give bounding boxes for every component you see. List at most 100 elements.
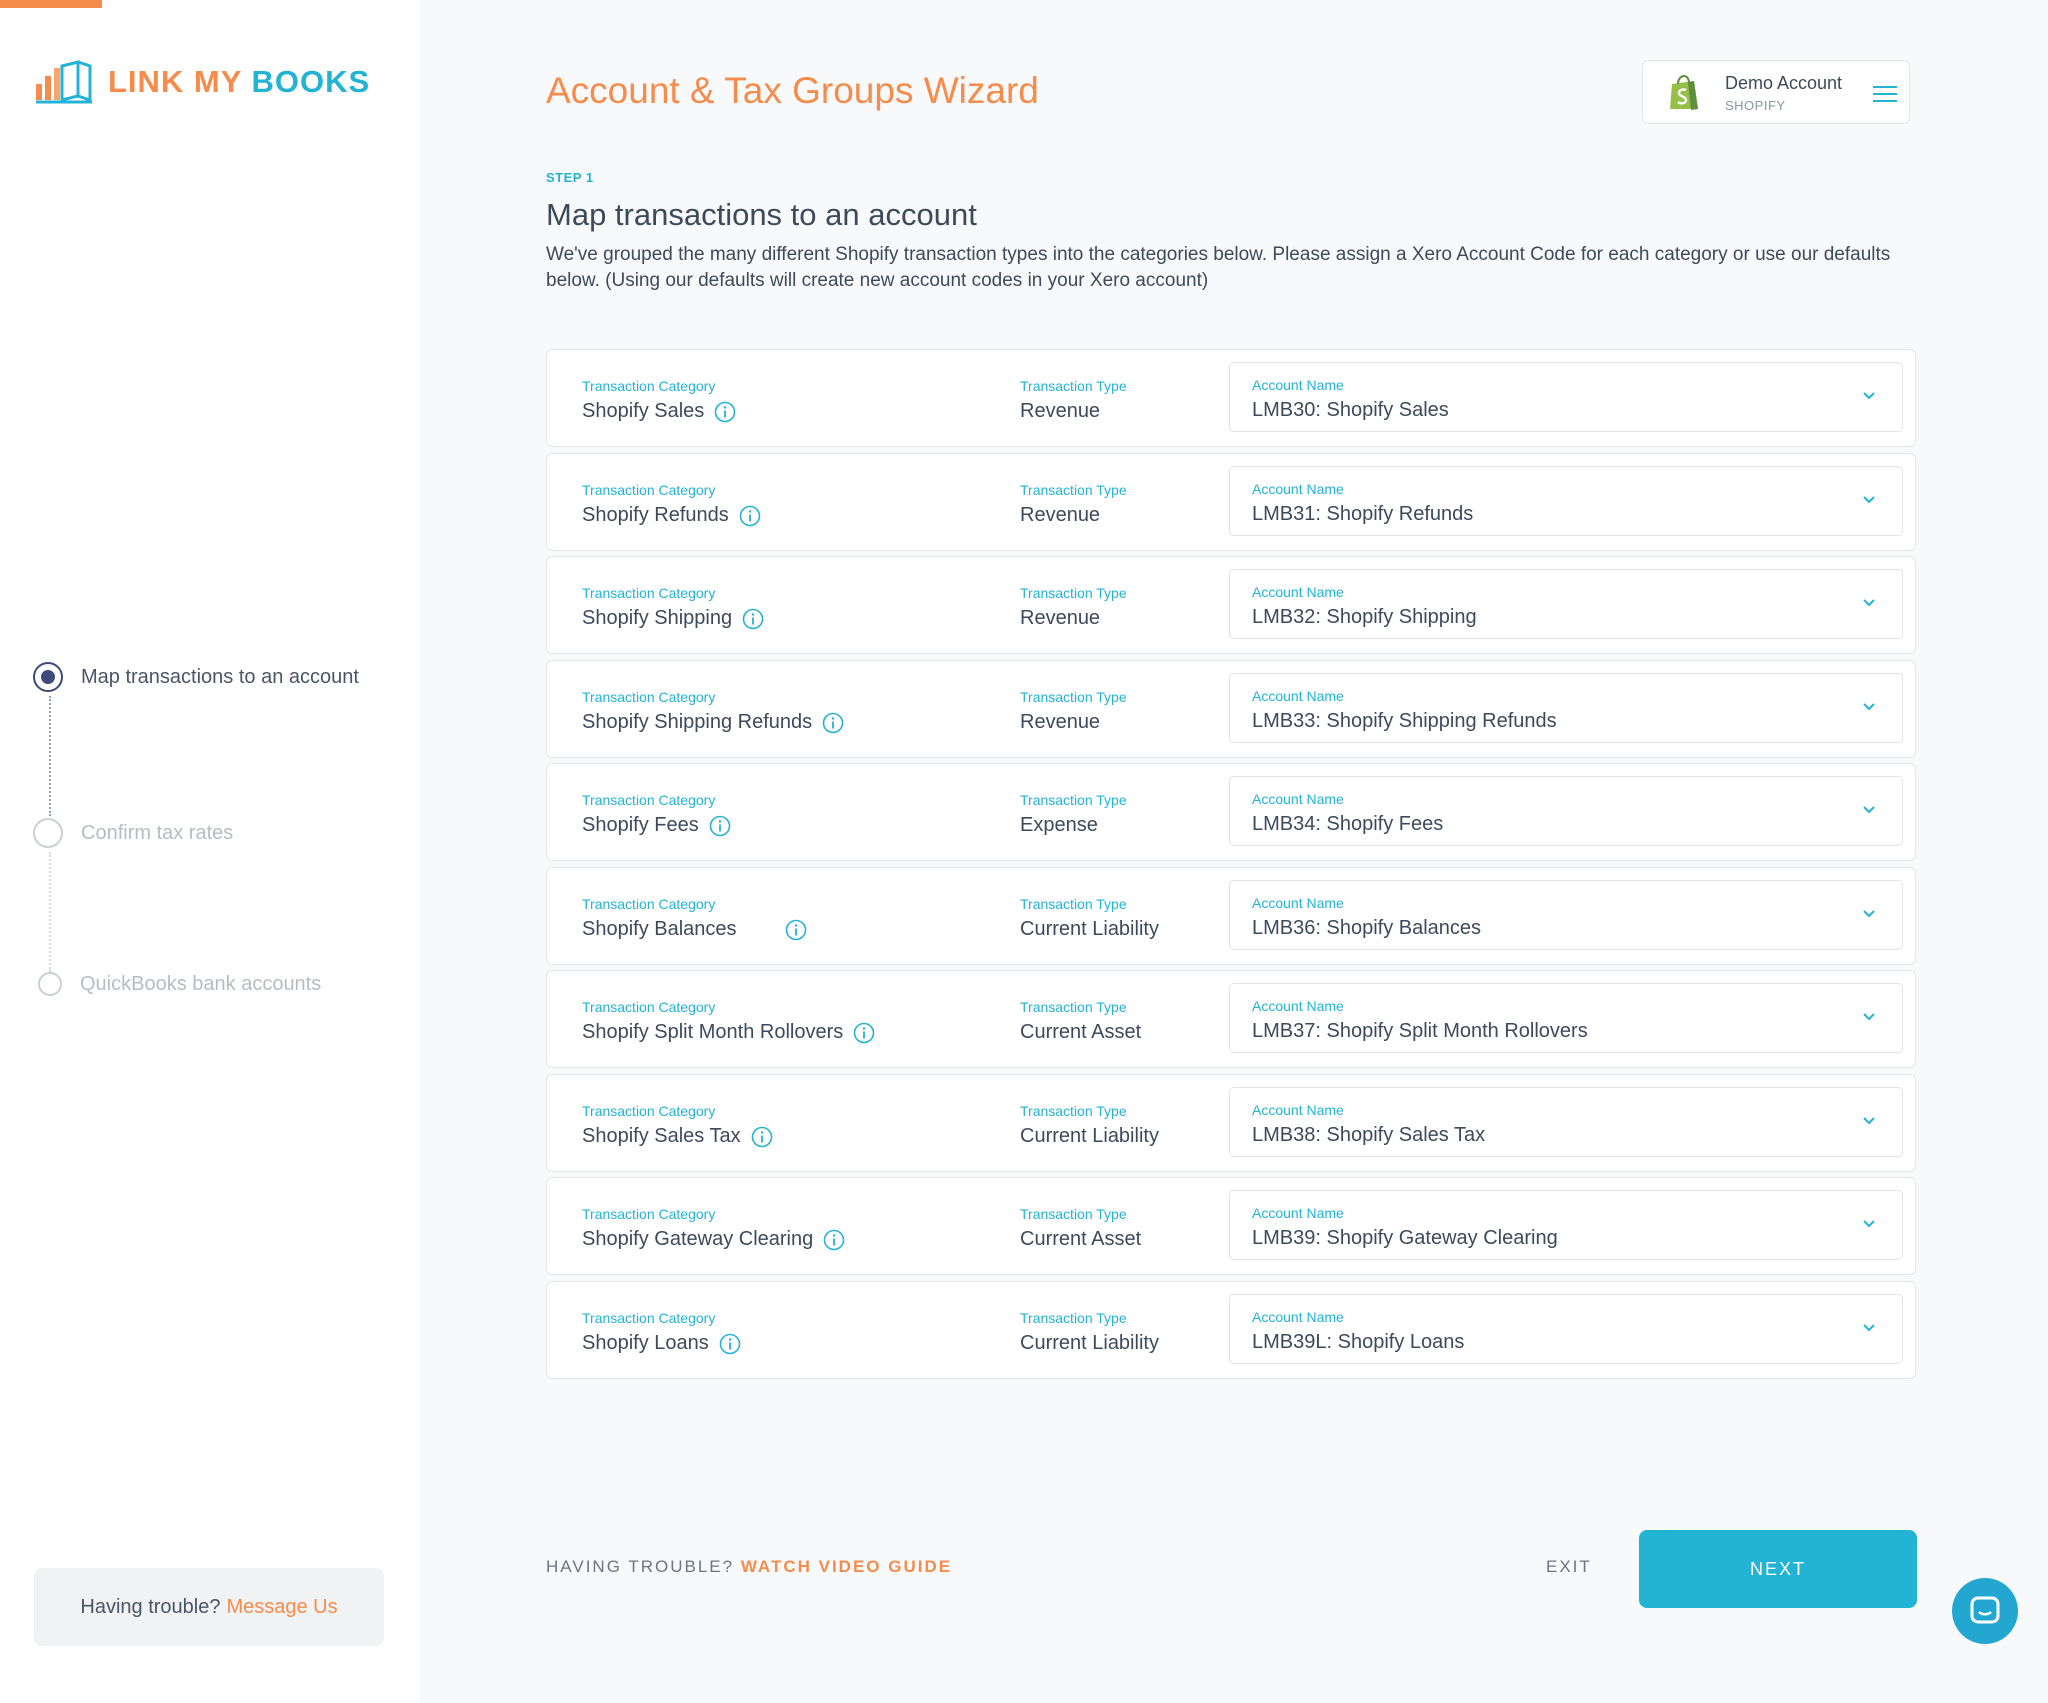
section-title: Map transactions to an account (546, 197, 977, 232)
type-value: Current Liability (1020, 1332, 1159, 1354)
account-value: LMB37: Shopify Split Month Rollovers (1252, 1020, 1588, 1042)
category-value: Shopify Sales Tax (582, 1125, 773, 1148)
hamburger-icon[interactable] (1873, 85, 1897, 103)
info-icon[interactable] (739, 505, 761, 527)
type-value: Revenue (1020, 607, 1101, 629)
type-label: Transaction Type (1020, 792, 1127, 808)
category-label: Transaction Category (582, 999, 716, 1015)
account-select[interactable]: Account Name LMB32: Shopify Shipping (1229, 569, 1903, 639)
table-row: Transaction Category Shopify Shipping Tr… (546, 556, 1916, 654)
table-row: Transaction Category Shopify Loans Trans… (546, 1281, 1916, 1379)
chevron-down-icon (1863, 392, 1875, 400)
info-icon[interactable] (742, 608, 764, 630)
category-value: Shopify Sales (582, 400, 736, 423)
account-label: Account Name (1252, 688, 1344, 704)
type-label: Transaction Type (1020, 1310, 1127, 1326)
section-description: We've grouped the many different Shopify… (546, 244, 1891, 291)
account-label: Account Name (1252, 1205, 1344, 1221)
info-icon[interactable] (785, 919, 807, 941)
account-value: LMB34: Shopify Fees (1252, 813, 1444, 835)
account-select[interactable]: Account Name LMB38: Shopify Sales Tax (1229, 1087, 1903, 1157)
chevron-down-icon (1863, 806, 1875, 814)
category-value: Shopify Refunds (582, 504, 761, 527)
table-row: Transaction Category Shopify Sales Tax T… (546, 1074, 1916, 1172)
table-row: Transaction Category Shopify Gateway Cle… (546, 1177, 1916, 1275)
info-icon[interactable] (709, 815, 731, 837)
account-select[interactable]: Account Name LMB34: Shopify Fees (1229, 776, 1903, 846)
category-label: Transaction Category (582, 585, 716, 601)
info-icon[interactable] (719, 1333, 741, 1355)
table-row: Transaction Category Shopify Fees Transa… (546, 763, 1916, 861)
type-label: Transaction Type (1020, 1103, 1127, 1119)
category-value: Shopify Split Month Rollovers (582, 1021, 875, 1044)
chevron-down-icon (1863, 703, 1875, 711)
account-label: Account Name (1252, 895, 1344, 911)
type-label: Transaction Type (1020, 999, 1127, 1015)
step-bank-accounts[interactable]: QuickBooks bank accounts (38, 972, 321, 996)
type-value: Current Asset (1020, 1228, 1142, 1250)
table-row: Transaction Category Shopify Split Month… (546, 970, 1916, 1068)
step-connector (49, 852, 51, 972)
type-label: Transaction Type (1020, 689, 1127, 705)
info-icon[interactable] (822, 712, 844, 734)
type-label: Transaction Type (1020, 482, 1127, 498)
account-value: LMB36: Shopify Balances (1252, 917, 1482, 939)
account-value: LMB39: Shopify Gateway Clearing (1252, 1227, 1558, 1249)
category-label: Transaction Category (582, 792, 716, 808)
type-value: Revenue (1020, 711, 1101, 733)
type-value: Current Liability (1020, 918, 1159, 940)
category-label: Transaction Category (582, 378, 716, 394)
category-value: Shopify Shipping Refunds (582, 711, 844, 734)
info-icon[interactable] (714, 401, 736, 423)
account-select[interactable]: Account Name LMB39: Shopify Gateway Clea… (1229, 1190, 1903, 1260)
type-label: Transaction Type (1020, 1206, 1127, 1222)
table-row: Transaction Category Shopify Sales Trans… (546, 349, 1916, 447)
next-button[interactable]: NEXT (1639, 1530, 1917, 1608)
account-name: Demo Account (1725, 73, 1843, 93)
logo[interactable]: LINK MY BOOKS (34, 60, 370, 104)
table-row: Transaction Category Shopify Refunds Tra… (546, 453, 1916, 551)
step-confirm-tax-rates[interactable]: Confirm tax rates (33, 818, 233, 848)
category-label: Transaction Category (582, 1206, 716, 1222)
account-select[interactable]: Account Name LMB33: Shopify Shipping Ref… (1229, 673, 1903, 743)
account-select[interactable]: Account Name LMB39L: Shopify Loans (1229, 1294, 1903, 1364)
watch-video-guide-link[interactable]: WATCH VIDEO GUIDE (741, 1557, 952, 1576)
account-value: LMB32: Shopify Shipping (1252, 606, 1477, 628)
info-icon[interactable] (823, 1229, 845, 1251)
message-us-link[interactable]: Message Us (226, 1596, 337, 1619)
account-select[interactable]: Account Name LMB31: Shopify Refunds (1229, 466, 1903, 536)
shopify-bag-icon (1670, 75, 1698, 110)
account-label: Account Name (1252, 1309, 1344, 1325)
account-select[interactable]: Account Name LMB36: Shopify Balances (1229, 880, 1903, 950)
trouble-bar: HAVING TROUBLE? WATCH VIDEO GUIDE (546, 1557, 953, 1576)
table-row: Transaction Category Shopify Balances Tr… (546, 867, 1916, 965)
step-indicator-icon (33, 818, 63, 848)
type-label: Transaction Type (1020, 585, 1127, 601)
step-indicator-icon (38, 972, 62, 996)
category-value: Shopify Shipping (582, 607, 764, 630)
type-label: Transaction Type (1020, 378, 1127, 394)
category-value: Shopify Fees (582, 814, 731, 837)
account-label: Account Name (1252, 584, 1344, 600)
account-select[interactable]: Account Name LMB30: Shopify Sales (1229, 362, 1903, 432)
chevron-down-icon (1863, 1220, 1875, 1228)
category-label: Transaction Category (582, 482, 716, 498)
info-icon[interactable] (853, 1022, 875, 1044)
chevron-down-icon (1863, 910, 1875, 918)
account-switcher[interactable]: Demo Account SHOPIFY (1642, 60, 1910, 124)
chat-launcher-button[interactable] (1952, 1578, 2018, 1644)
books-logo-icon (36, 60, 92, 104)
type-value: Current Liability (1020, 1125, 1159, 1147)
category-label: Transaction Category (582, 689, 716, 705)
type-value: Revenue (1020, 504, 1101, 526)
exit-button[interactable]: EXIT (1546, 1557, 1592, 1577)
account-select[interactable]: Account Name LMB37: Shopify Split Month … (1229, 983, 1903, 1053)
category-value: Shopify Loans (582, 1332, 741, 1355)
type-value: Current Asset (1020, 1021, 1142, 1043)
chevron-down-icon (1863, 599, 1875, 607)
step-map-transactions[interactable]: Map transactions to an account (33, 662, 359, 692)
type-value: Revenue (1020, 400, 1101, 422)
account-label: Account Name (1252, 377, 1344, 393)
info-icon[interactable] (751, 1126, 773, 1148)
step-connector (49, 696, 51, 816)
